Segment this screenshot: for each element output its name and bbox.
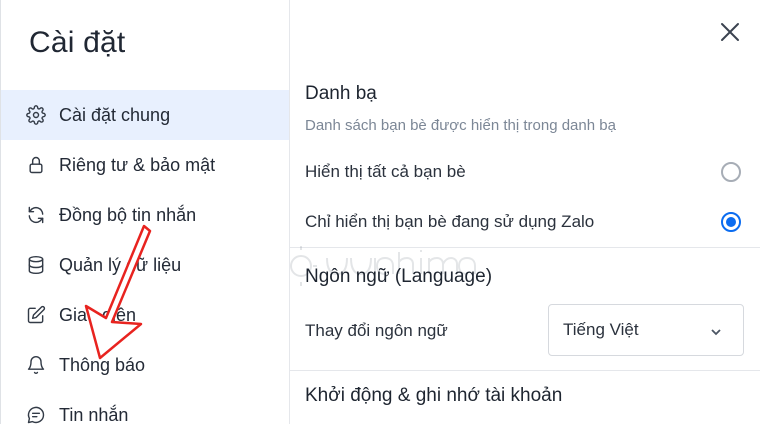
- sidebar-item-label: Riêng tư & bảo mật: [59, 154, 216, 175]
- lock-icon: [25, 154, 47, 176]
- sidebar-item-label: Thông báo: [59, 354, 146, 375]
- close-button[interactable]: [716, 18, 744, 46]
- sidebar-item-label: Quản lý dữ liệu: [59, 254, 182, 275]
- section-divider: [289, 370, 760, 371]
- language-section-title: Ngôn ngữ (Language): [305, 266, 493, 287]
- section-divider: [289, 247, 760, 248]
- change-language-label: Thay đổi ngôn ngữ: [305, 321, 448, 340]
- close-icon: [721, 23, 739, 41]
- settings-nav: Cài đặt chung Riêng tư & bảo mật Đồng bộ…: [1, 90, 289, 440]
- sidebar-item-label: Tin nhắn: [59, 404, 129, 425]
- sidebar-item-privacy[interactable]: Riêng tư & bảo mật: [1, 140, 289, 190]
- sidebar-item-messages[interactable]: Tin nhắn: [1, 390, 289, 440]
- sync-icon: [25, 204, 47, 226]
- sidebar-title: Cài đặt: [29, 26, 126, 59]
- settings-content: Danh bạ Danh sách bạn bè được hiển thị t…: [289, 0, 760, 424]
- bell-icon: [25, 354, 47, 376]
- contacts-section-subtitle: Danh sách bạn bè được hiển thị trong dan…: [305, 117, 616, 134]
- contacts-section-title: Danh bạ: [305, 83, 377, 104]
- startup-section-title: Khởi động & ghi nhớ tài khoản: [305, 385, 563, 406]
- sidebar-item-data[interactable]: Quản lý dữ liệu: [1, 240, 289, 290]
- edit-icon: [25, 304, 47, 326]
- sidebar-item-notifications[interactable]: Thông báo: [1, 340, 289, 390]
- language-select[interactable]: Tiếng Việt: [548, 304, 744, 356]
- sidebar-item-label: Đồng bộ tin nhắn: [59, 204, 197, 225]
- chat-icon: [25, 404, 47, 426]
- radio-show-all-friends[interactable]: [721, 162, 741, 182]
- sidebar-item-label: Cài đặt chung: [59, 104, 171, 125]
- settings-sidebar: Cài đặt Cài đặt chung Riêng tư & bảo mật…: [0, 0, 290, 425]
- sidebar-item-sync[interactable]: Đồng bộ tin nhắn: [1, 190, 289, 240]
- sidebar-item-appearance[interactable]: Giao diện: [1, 290, 289, 340]
- sidebar-item-general[interactable]: Cài đặt chung: [1, 90, 289, 140]
- sidebar-item-label: Giao diện: [59, 304, 137, 325]
- gear-icon: [25, 104, 47, 126]
- option-show-all-friends-label: Hiển thị tất cả bạn bè: [305, 162, 466, 181]
- language-select-value: Tiếng Việt: [563, 320, 639, 339]
- radio-zalo-friends-only[interactable]: [721, 212, 741, 232]
- chevron-down-icon: [709, 324, 723, 338]
- database-icon: [25, 254, 47, 276]
- option-zalo-friends-label: Chỉ hiển thị bạn bè đang sử dụng Zalo: [305, 212, 595, 231]
